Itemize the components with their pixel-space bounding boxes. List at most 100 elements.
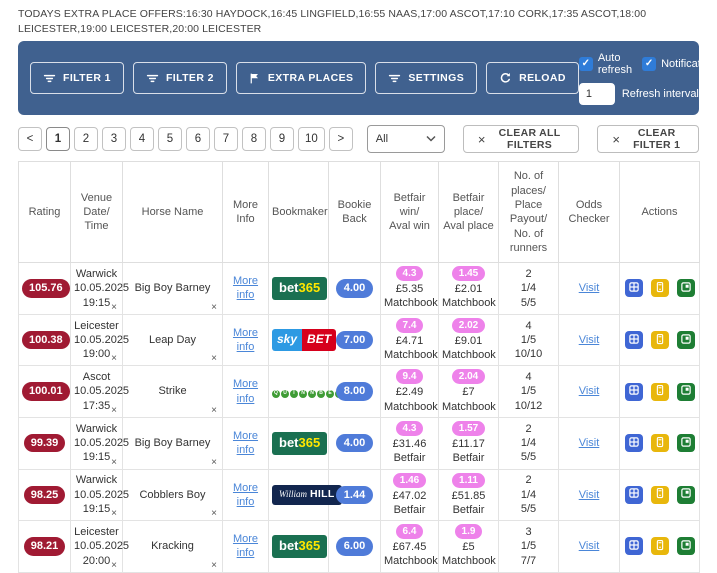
grid-action-button[interactable] bbox=[625, 486, 643, 504]
grid-icon bbox=[628, 384, 640, 399]
page-button[interactable]: 8 bbox=[242, 127, 266, 151]
odds-checker-link[interactable]: Visit bbox=[579, 437, 600, 449]
checkbox-item[interactable]: Notifications bbox=[642, 57, 717, 71]
exclude-horse-button[interactable]: × bbox=[211, 303, 217, 313]
more-info-link[interactable]: More info bbox=[233, 430, 258, 456]
more-info-link[interactable]: More info bbox=[233, 378, 258, 404]
place-available: £51.85 bbox=[442, 489, 495, 503]
note-action-button[interactable] bbox=[677, 486, 695, 504]
bookie-back-odds: 1.44 bbox=[336, 486, 373, 504]
minimum-rating-input[interactable] bbox=[710, 83, 717, 105]
reload-button[interactable]: RELOAD bbox=[486, 62, 579, 94]
win-exchange: Matchbook bbox=[384, 554, 435, 568]
odds-checker-link[interactable]: Visit bbox=[579, 282, 600, 294]
note-action-button[interactable] bbox=[677, 537, 695, 555]
calculator-action-button[interactable] bbox=[651, 486, 669, 504]
interval-row: Refresh interval Minimum rating bbox=[579, 83, 717, 105]
bookmaker-filter-select[interactable]: All bbox=[367, 125, 445, 153]
page-button[interactable]: 2 bbox=[74, 127, 98, 151]
page-button[interactable]: 1 bbox=[46, 127, 70, 151]
exclude-venue-button[interactable]: × bbox=[111, 303, 117, 313]
rating-badge: 100.01 bbox=[22, 382, 70, 400]
page-button[interactable]: 3 bbox=[102, 127, 126, 151]
pagination: < 1 2 3 4 5 6 7 8 9 10 > bbox=[18, 127, 353, 151]
filter2-button[interactable]: FILTER 2 bbox=[133, 62, 227, 94]
horse-name: Strike bbox=[126, 384, 219, 398]
odds-checker-link[interactable]: Visit bbox=[579, 334, 600, 346]
checkbox-item[interactable]: Auto refresh bbox=[579, 52, 632, 76]
flag-icon bbox=[249, 72, 261, 85]
calculator-action-button[interactable] bbox=[651, 383, 669, 401]
exclude-venue-button[interactable]: × bbox=[111, 406, 117, 416]
num-runners: 10/12 bbox=[502, 399, 555, 413]
win-odds-badge: 1.46 bbox=[393, 473, 426, 488]
clear-all-filters-button[interactable]: × CLEAR ALL FILTERS bbox=[463, 125, 580, 153]
more-info-link[interactable]: More info bbox=[233, 533, 258, 559]
grid-action-button[interactable] bbox=[625, 383, 643, 401]
place-available: £11.17 bbox=[442, 437, 495, 451]
exclude-horse-button[interactable]: × bbox=[211, 561, 217, 571]
next-page-button[interactable]: > bbox=[329, 127, 353, 151]
grid-action-button[interactable] bbox=[625, 331, 643, 349]
grid-icon bbox=[628, 333, 640, 348]
place-payout: 1/4 bbox=[502, 281, 555, 295]
odds-checker-link[interactable]: Visit bbox=[579, 489, 600, 501]
exclude-venue-button[interactable]: × bbox=[111, 354, 117, 364]
filter-icon bbox=[43, 72, 56, 85]
place-exchange: Matchbook bbox=[442, 554, 495, 568]
note-action-button[interactable] bbox=[677, 279, 695, 297]
num-places: 2 bbox=[502, 422, 555, 436]
win-available: £47.02 bbox=[384, 489, 435, 503]
exclude-horse-button[interactable]: × bbox=[211, 458, 217, 468]
extra-places-label: EXTRA PLACES bbox=[268, 72, 354, 84]
checkbox-box[interactable] bbox=[642, 57, 656, 71]
calculator-action-button[interactable] bbox=[651, 279, 669, 297]
note-action-button[interactable] bbox=[677, 383, 695, 401]
more-info-link[interactable]: More info bbox=[233, 482, 258, 508]
clear-filter1-button[interactable]: × CLEAR FILTER 1 bbox=[597, 125, 699, 153]
filter1-button[interactable]: FILTER 1 bbox=[30, 62, 124, 94]
exclude-horse-button[interactable]: × bbox=[211, 406, 217, 416]
grid-icon bbox=[628, 487, 640, 502]
quinnbet-letter: U bbox=[281, 390, 289, 398]
table-header-row: Rating Venue Date/ Time Horse Name More … bbox=[19, 162, 700, 263]
calculator-action-button[interactable] bbox=[651, 434, 669, 452]
extra-places-button[interactable]: EXTRA PLACES bbox=[236, 62, 367, 94]
place-exchange: Matchbook bbox=[442, 296, 495, 310]
page-button[interactable]: 4 bbox=[130, 127, 154, 151]
place-payout: 1/5 bbox=[502, 384, 555, 398]
venue-name: Ascot bbox=[74, 370, 119, 384]
grid-action-button[interactable] bbox=[625, 279, 643, 297]
exclude-venue-button[interactable]: × bbox=[111, 561, 117, 571]
page-button[interactable]: 7 bbox=[214, 127, 238, 151]
place-payout: 1/4 bbox=[502, 488, 555, 502]
odds-checker-link[interactable]: Visit bbox=[579, 385, 600, 397]
grid-action-button[interactable] bbox=[625, 434, 643, 452]
exclude-venue-button[interactable]: × bbox=[111, 458, 117, 468]
grid-icon bbox=[628, 539, 640, 554]
note-action-button[interactable] bbox=[677, 434, 695, 452]
page-button[interactable]: 9 bbox=[270, 127, 294, 151]
more-info-link[interactable]: More info bbox=[233, 275, 258, 301]
note-icon bbox=[680, 384, 692, 399]
grid-action-button[interactable] bbox=[625, 537, 643, 555]
more-info-link[interactable]: More info bbox=[233, 327, 258, 353]
exclude-venue-button[interactable]: × bbox=[111, 509, 117, 519]
settings-label: SETTINGS bbox=[408, 72, 464, 84]
note-action-button[interactable] bbox=[677, 331, 695, 349]
page-button[interactable]: 5 bbox=[158, 127, 182, 151]
place-available: £5 bbox=[442, 540, 495, 554]
page-button[interactable]: 10 bbox=[298, 127, 325, 151]
checkbox-box[interactable] bbox=[579, 57, 593, 71]
refresh-interval-input[interactable] bbox=[579, 83, 615, 105]
prev-page-button[interactable]: < bbox=[18, 127, 42, 151]
place-available: £2.01 bbox=[442, 282, 495, 296]
settings-button[interactable]: SETTINGS bbox=[375, 62, 477, 94]
bookie-back-odds: 7.00 bbox=[336, 331, 373, 349]
calculator-action-button[interactable] bbox=[651, 331, 669, 349]
calculator-action-button[interactable] bbox=[651, 537, 669, 555]
page-button[interactable]: 6 bbox=[186, 127, 210, 151]
odds-checker-link[interactable]: Visit bbox=[579, 540, 600, 552]
exclude-horse-button[interactable]: × bbox=[211, 509, 217, 519]
exclude-horse-button[interactable]: × bbox=[211, 354, 217, 364]
